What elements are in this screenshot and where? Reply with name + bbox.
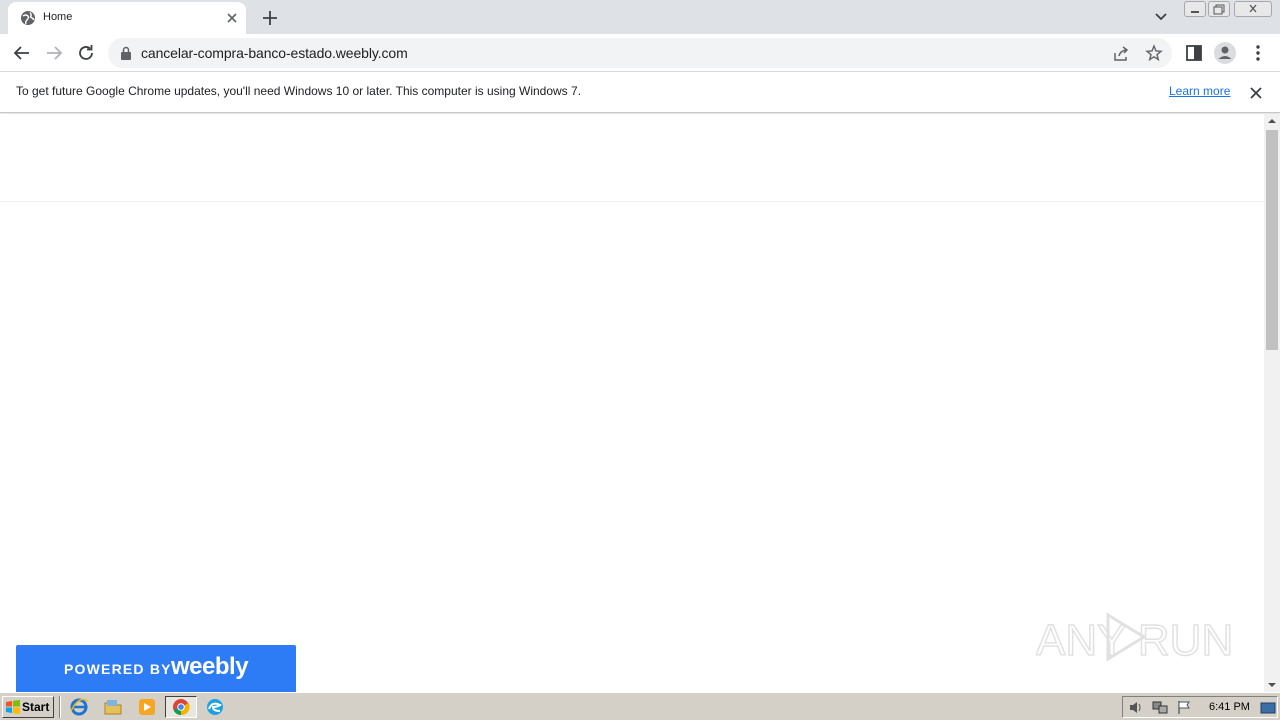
tab-close-icon[interactable] bbox=[223, 9, 241, 27]
bookmark-star-icon[interactable] bbox=[1145, 44, 1163, 62]
tab-title: Home bbox=[43, 11, 73, 23]
reload-icon[interactable] bbox=[74, 41, 98, 65]
file-explorer-icon[interactable] bbox=[102, 697, 124, 717]
weebly-logo-text: weebly bbox=[171, 653, 249, 680]
site-header bbox=[0, 114, 1264, 202]
powered-by-label: POWERED BY bbox=[64, 661, 172, 677]
internet-explorer-icon[interactable] bbox=[68, 697, 90, 717]
network-icon[interactable] bbox=[1152, 700, 1168, 715]
url-text: cancelar-compra-banco-estado.weebly.com bbox=[141, 45, 408, 61]
address-bar[interactable]: cancelar-compra-banco-estado.weebly.com bbox=[108, 38, 1172, 68]
chrome-icon bbox=[173, 699, 190, 716]
forward-arrow-icon[interactable] bbox=[42, 41, 66, 65]
edge-icon[interactable] bbox=[204, 697, 226, 717]
vertical-scrollbar[interactable] bbox=[1264, 114, 1280, 692]
start-label: Start bbox=[22, 700, 50, 714]
browser-toolbar: cancelar-compra-banco-estado.weebly.com bbox=[0, 34, 1280, 72]
tab-search-chevron-icon[interactable] bbox=[1150, 7, 1172, 27]
volume-icon[interactable] bbox=[1128, 700, 1144, 715]
close-window-button[interactable] bbox=[1234, 1, 1272, 17]
system-tray bbox=[1122, 696, 1278, 718]
tab-strip: Home bbox=[0, 0, 1280, 34]
update-infobar: To get future Google Chrome updates, you… bbox=[0, 72, 1280, 113]
taskbar-clock: 6:41 PM bbox=[1209, 701, 1250, 713]
restore-button[interactable] bbox=[1208, 1, 1230, 17]
taskbar-separator bbox=[59, 696, 61, 718]
tab-home[interactable]: Home bbox=[8, 2, 246, 34]
globe-icon bbox=[21, 11, 35, 25]
infobar-message: To get future Google Chrome updates, you… bbox=[16, 84, 582, 98]
minimize-icon bbox=[1191, 11, 1199, 13]
close-window-icon bbox=[1249, 4, 1257, 13]
windows-logo-icon bbox=[6, 700, 20, 714]
scroll-up-arrow-icon[interactable] bbox=[1264, 114, 1280, 128]
scrollbar-thumb[interactable] bbox=[1266, 130, 1278, 350]
side-panel-icon[interactable] bbox=[1182, 41, 1206, 65]
new-tab-icon[interactable] bbox=[258, 6, 282, 30]
back-arrow-icon[interactable] bbox=[10, 41, 34, 65]
media-player-icon[interactable] bbox=[136, 697, 158, 717]
action-center-flag-icon[interactable] bbox=[1176, 700, 1192, 715]
start-button[interactable]: Start bbox=[2, 696, 54, 718]
infobar-close-icon[interactable] bbox=[1247, 84, 1265, 102]
restore-icon bbox=[1213, 4, 1225, 15]
page-viewport: ANY RUN POWERED BY weebly bbox=[0, 114, 1264, 692]
lock-icon[interactable] bbox=[120, 46, 132, 60]
powered-by-weebly-badge[interactable]: POWERED BY weebly bbox=[16, 645, 296, 692]
watermark-text: ANY RUN bbox=[1036, 616, 1233, 665]
anyrun-watermark-logo: ANY RUN bbox=[1036, 612, 1234, 666]
profile-avatar-icon[interactable] bbox=[1213, 41, 1237, 65]
windows-taskbar: Start 6:41 PM bbox=[0, 692, 1280, 720]
show-desktop-icon[interactable] bbox=[1260, 700, 1276, 715]
scroll-down-arrow-icon[interactable] bbox=[1264, 678, 1280, 692]
menu-kebab-icon[interactable] bbox=[1246, 41, 1270, 65]
chrome-taskbar-button[interactable] bbox=[165, 696, 197, 718]
minimize-button[interactable] bbox=[1184, 1, 1206, 17]
learn-more-link[interactable]: Learn more bbox=[1169, 84, 1230, 98]
share-icon[interactable] bbox=[1112, 45, 1130, 63]
